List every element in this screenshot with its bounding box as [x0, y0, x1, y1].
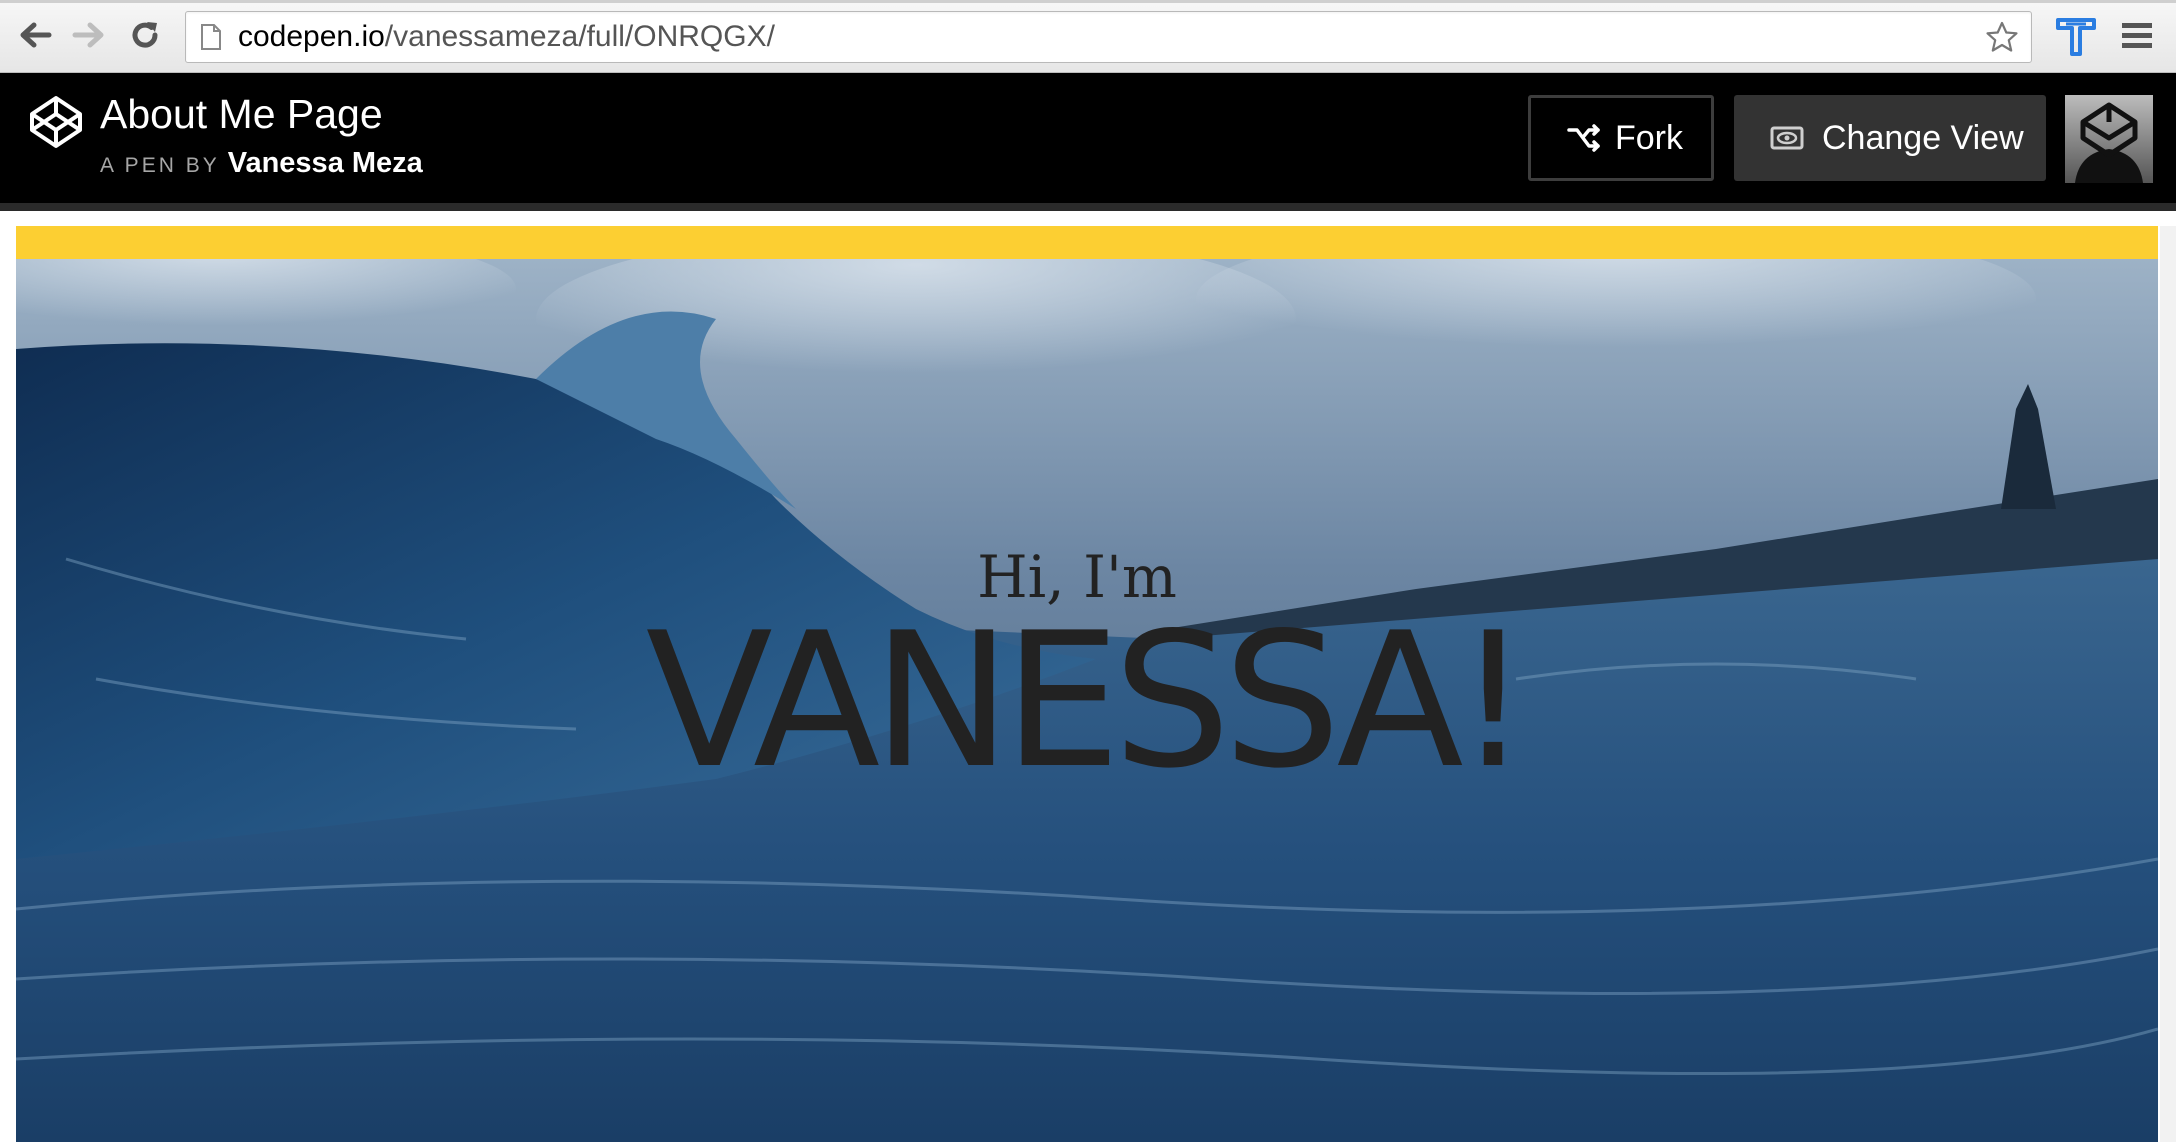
byline-label: A PEN BY [100, 154, 220, 177]
change-view-label: Change View [1822, 118, 2024, 157]
pen-preview: Hi, I'm VANESSA! [16, 226, 2158, 1142]
change-view-button[interactable]: Change View [1734, 95, 2046, 181]
accent-bar [16, 226, 2158, 259]
forward-arrow-icon [72, 22, 104, 48]
avatar[interactable] [2065, 95, 2153, 183]
url-path: /vanessameza/full/ONRQGX/ [384, 20, 775, 53]
author-link[interactable]: Vanessa Meza [228, 147, 423, 179]
reload-icon [132, 22, 158, 48]
extension-t-icon[interactable] [2054, 14, 2098, 58]
hero-section: Hi, I'm VANESSA! [16, 259, 2158, 1142]
url-text[interactable]: codepen.io/vanessameza/full/ONRQGX/ [238, 22, 775, 52]
tab-strip-edge [0, 0, 2176, 3]
page-icon [201, 24, 221, 50]
back-button[interactable] [14, 14, 56, 56]
codepen-avatar-icon [2065, 95, 2153, 183]
pen-byline: A PEN BY Vanessa Meza [100, 147, 423, 184]
fork-button[interactable]: Fork [1528, 95, 1714, 181]
hero-name: VANESSA! [645, 592, 1531, 809]
address-bar[interactable]: codepen.io/vanessameza/full/ONRQGX/ [185, 11, 2032, 63]
scroll-edge [2160, 226, 2176, 1142]
browser-toolbar: codepen.io/vanessameza/full/ONRQGX/ [0, 0, 2176, 73]
pen-header: About Me Page A PEN BY Vanessa Meza Fork … [0, 73, 2176, 211]
reload-button[interactable] [124, 14, 166, 56]
bookmark-star-icon[interactable] [1985, 21, 2019, 53]
fork-icon [1567, 124, 1600, 152]
menu-hamburger-icon[interactable] [2120, 20, 2154, 52]
forward-button[interactable] [68, 14, 110, 56]
fork-label: Fork [1615, 118, 1683, 157]
pen-title: About Me Page [100, 91, 383, 137]
codepen-logo-icon[interactable] [29, 95, 83, 149]
url-host: codepen.io [238, 20, 385, 53]
back-arrow-icon [20, 22, 52, 48]
eye-icon [1770, 126, 1804, 150]
